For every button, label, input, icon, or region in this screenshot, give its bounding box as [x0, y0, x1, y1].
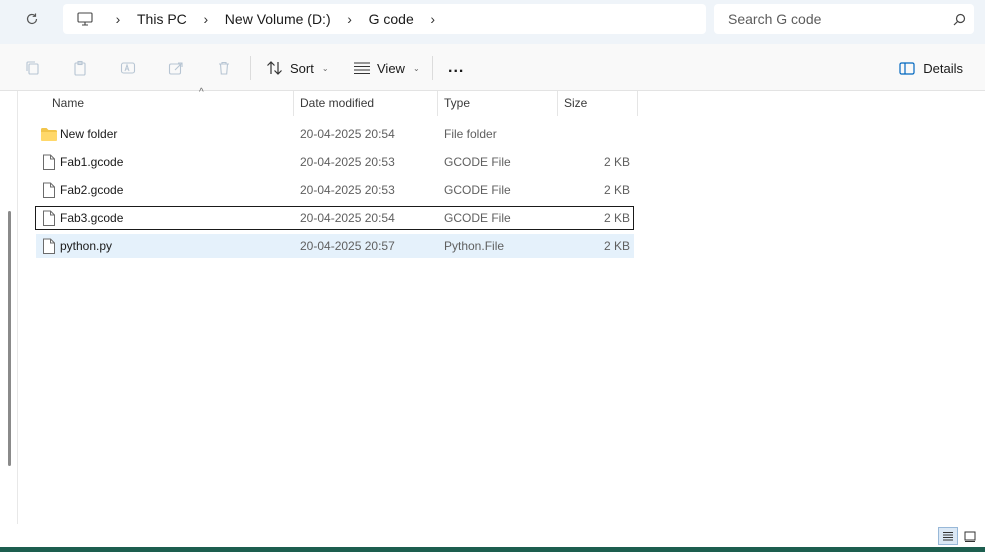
status-bar	[0, 524, 985, 547]
details-label: Details	[923, 60, 963, 76]
list-view-icon	[943, 531, 953, 540]
file-type: Python.File	[444, 239, 505, 253]
file-icon	[40, 153, 58, 171]
sort-label: Sort	[290, 60, 314, 76]
file-date: 20-04-2025 20:54	[300, 211, 395, 225]
sort-ascending-icon: ^	[199, 87, 204, 98]
details-pane-icon	[899, 61, 915, 75]
computer-icon[interactable]	[63, 4, 107, 34]
sort-button[interactable]: Sort ⌄	[266, 56, 329, 80]
file-name: Fab3.gcode	[60, 211, 124, 225]
column-header-size[interactable]: Size	[558, 91, 638, 116]
file-size: 2 KB	[603, 239, 630, 253]
file-date: 20-04-2025 20:53	[300, 183, 395, 197]
refresh-button[interactable]	[18, 6, 46, 32]
file-size: 2 KB	[603, 155, 630, 169]
tiles-view-icon	[964, 531, 976, 542]
file-row-fab1[interactable]: Fab1.gcode 20-04-2025 20:53 GCODE File 2…	[36, 150, 634, 174]
file-type: File folder	[444, 127, 497, 141]
chevron-right-icon[interactable]: ›	[422, 11, 444, 27]
file-row-new-folder[interactable]: New folder 20-04-2025 20:54 File folder	[36, 122, 634, 146]
file-name: Fab2.gcode	[60, 183, 124, 197]
more-options-icon: ...	[448, 59, 465, 76]
file-row-python[interactable]: python.py 20-04-2025 20:57 Python.File 2…	[36, 234, 634, 258]
search-icon[interactable]	[944, 13, 974, 26]
file-date: 20-04-2025 20:57	[300, 239, 395, 253]
column-header-name[interactable]: Name	[46, 91, 294, 116]
toolbar-divider	[432, 56, 433, 80]
sort-icon	[267, 61, 282, 75]
file-size: 2 KB	[603, 183, 630, 197]
breadcrumb-g-code[interactable]: G code	[361, 11, 422, 27]
chevron-down-icon: ⌄	[321, 63, 329, 73]
delete-icon[interactable]	[214, 58, 234, 78]
nav-scrollbar[interactable]	[8, 211, 11, 466]
file-size: 2 KB	[603, 211, 630, 225]
file-row-fab2[interactable]: Fab2.gcode 20-04-2025 20:53 GCODE File 2…	[36, 178, 634, 202]
copy-icon[interactable]	[22, 58, 42, 78]
share-icon[interactable]	[166, 58, 186, 78]
column-header-date[interactable]: Date modified	[294, 91, 438, 116]
file-type: GCODE File	[444, 211, 511, 225]
search-input[interactable]: Search G code	[728, 11, 944, 27]
details-button[interactable]: Details	[899, 56, 963, 80]
column-headers: Name ^ Date modified Type Size	[36, 87, 638, 116]
paste-icon[interactable]	[70, 58, 90, 78]
file-type: GCODE File	[444, 183, 511, 197]
search-box[interactable]: Search G code	[714, 4, 974, 34]
column-header-type[interactable]: Type	[438, 91, 558, 116]
file-size	[558, 122, 630, 146]
file-icon	[40, 181, 58, 199]
file-row-fab3[interactable]: Fab3.gcode 20-04-2025 20:54 GCODE File 2…	[35, 206, 634, 230]
file-type: GCODE File	[444, 155, 511, 169]
file-icon	[40, 237, 58, 255]
address-bar[interactable]: › This PC › New Volume (D:) › G code ›	[63, 4, 706, 34]
file-name: New folder	[60, 127, 118, 141]
chevron-right-icon[interactable]: ›	[339, 11, 361, 27]
view-icon	[354, 62, 370, 75]
desktop-background-strip	[0, 547, 985, 552]
file-date: 20-04-2025 20:53	[300, 155, 395, 169]
folder-icon	[40, 125, 58, 143]
file-date: 20-04-2025 20:54	[300, 127, 395, 141]
refresh-icon	[26, 13, 38, 25]
file-name: python.py	[60, 239, 113, 253]
command-bar: Sort ⌄ View ⌄ ... Details	[0, 44, 985, 91]
chevron-right-icon[interactable]: ›	[195, 11, 217, 27]
file-list-area: Name ^ Date modified Type Size New folde…	[0, 87, 985, 524]
chevron-down-icon: ⌄	[412, 63, 420, 73]
view-button[interactable]: View ⌄	[353, 56, 420, 80]
breadcrumb-this-pc[interactable]: This PC	[129, 11, 195, 27]
chevron-right-icon[interactable]: ›	[107, 11, 129, 27]
view-label: View	[377, 60, 405, 76]
navigation-pane	[0, 91, 18, 524]
file-name: Fab1.gcode	[60, 155, 124, 169]
details-view-button[interactable]	[938, 527, 958, 545]
address-toolbar: › This PC › New Volume (D:) › G code › S…	[0, 0, 985, 44]
more-options-button[interactable]: ...	[448, 56, 464, 80]
rename-icon[interactable]	[118, 58, 138, 78]
file-icon	[40, 209, 58, 227]
breadcrumb-new-volume[interactable]: New Volume (D:)	[217, 11, 339, 27]
toolbar-divider	[250, 56, 251, 80]
tiles-view-button[interactable]	[960, 527, 980, 545]
